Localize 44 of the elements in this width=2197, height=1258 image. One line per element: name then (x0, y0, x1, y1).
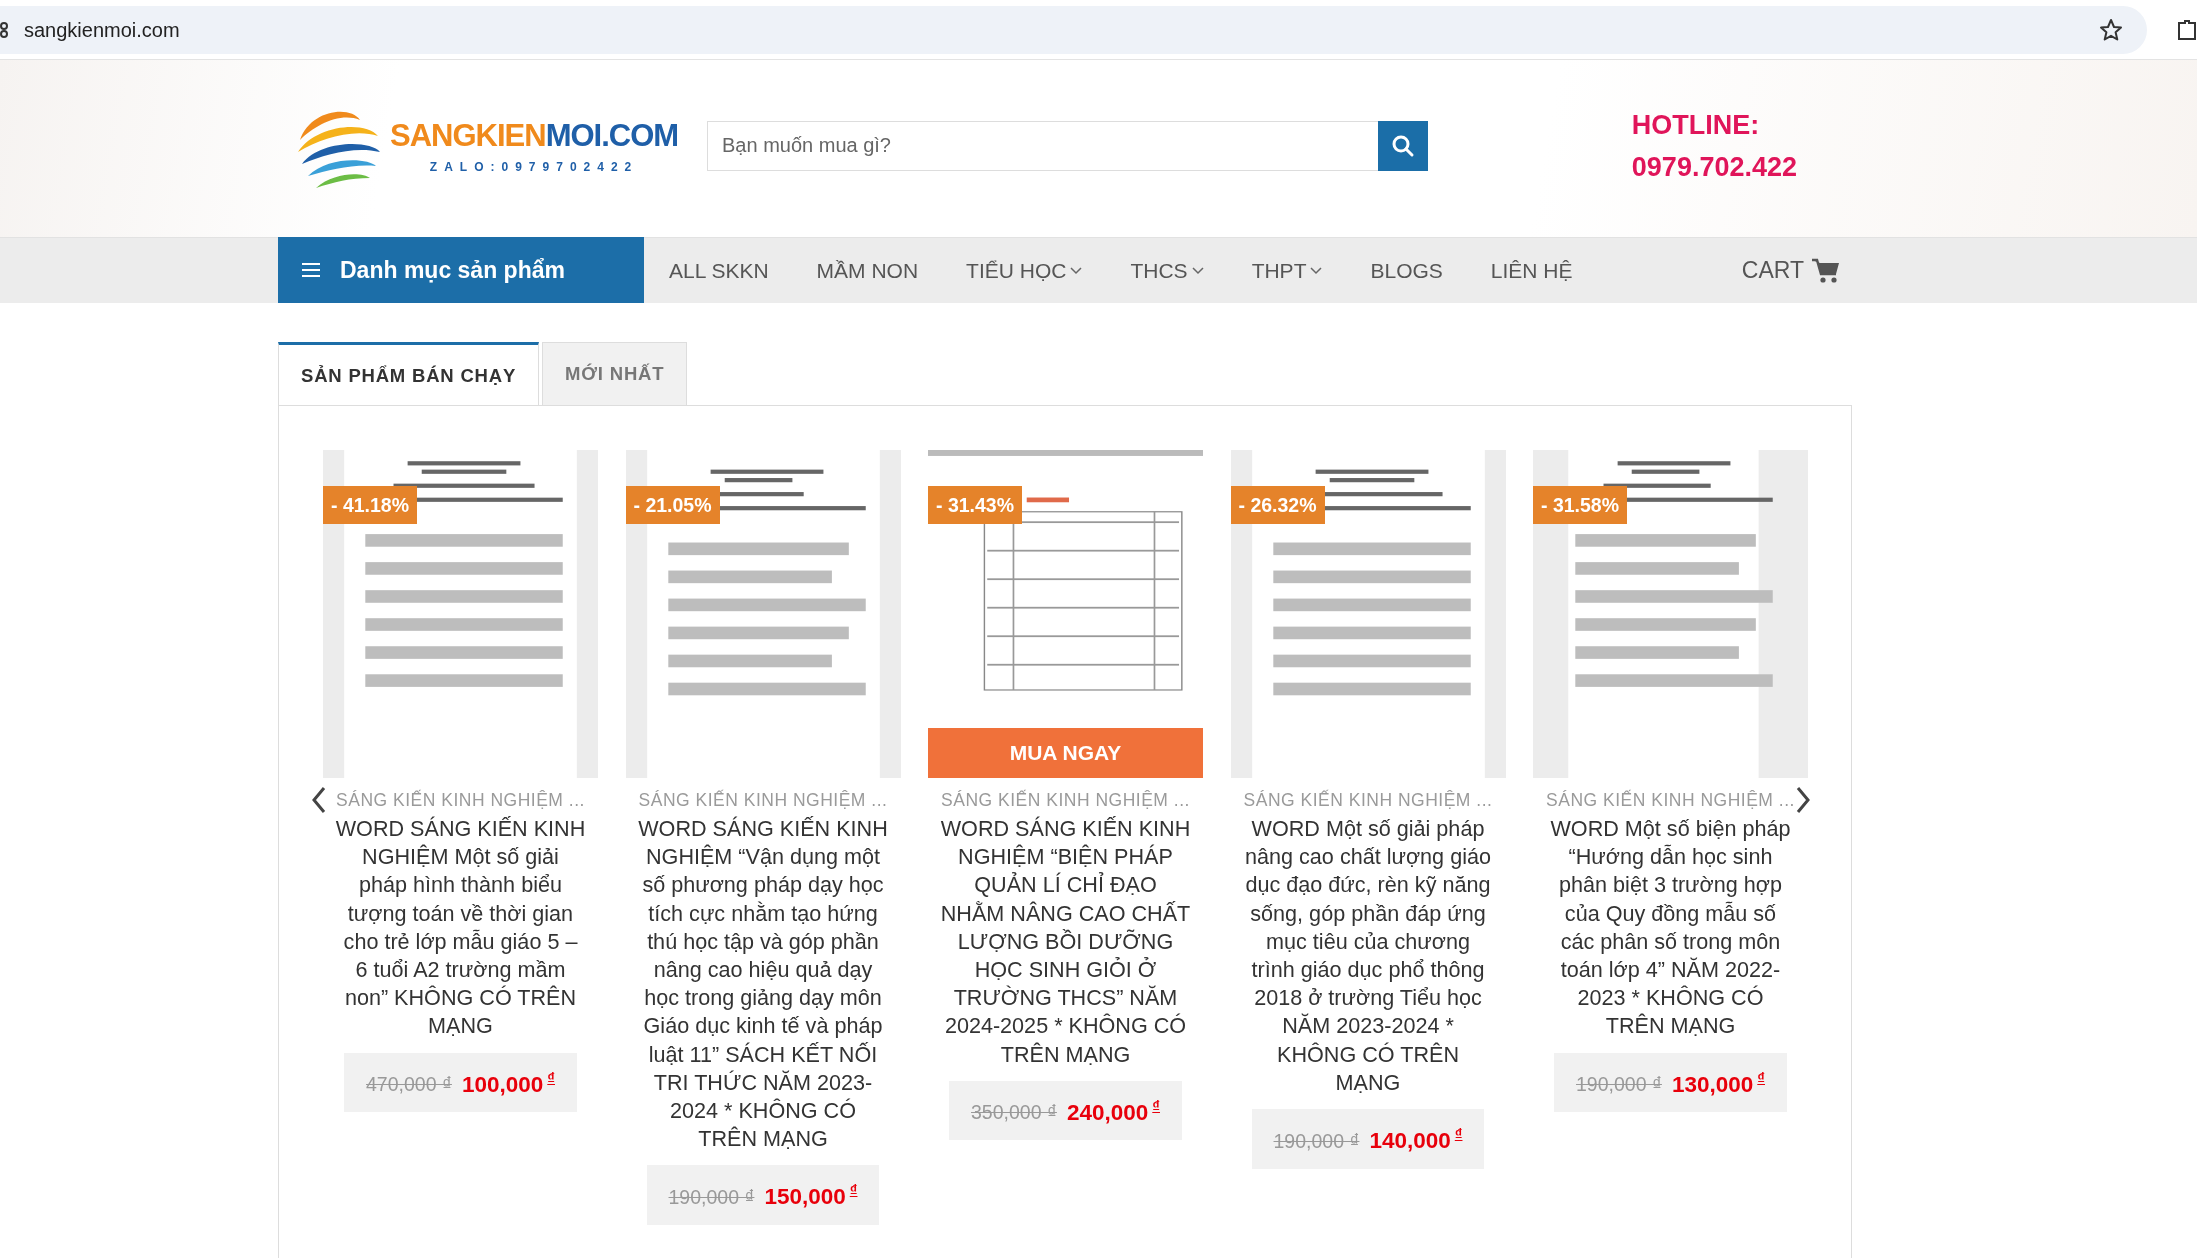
product-title[interactable]: WORD SÁNG KIẾN KINH NGHIỆM “Vận dụng một số phương pháp dạy học tích cực nhằm tạo hứng thú học tập và góp phần nâng cao hiệu quả dạy học trong giảng dạy môn Giáo dục kinh tế và pháp luật 11” SÁCH KẾT NỐI TRI THỨC NĂM 2023-2024 * KHÔNG CÓ TRÊN MẠNG (638, 815, 888, 1154)
cart-icon (1812, 257, 1840, 284)
nav-link[interactable]: ALL SKKN (646, 258, 794, 283)
nav-link[interactable]: THPT (1228, 258, 1348, 283)
search-icon (1391, 133, 1415, 158)
tab[interactable]: SẢN PHẨM BÁN CHẠY (278, 342, 540, 406)
sale-price: 130,000 $^{₫}$ (1671, 1068, 1765, 1098)
nav-link[interactable]: TIỂU HỌC (943, 258, 1108, 283)
old-price: 470,000 ₫ (366, 1073, 452, 1097)
nav-link[interactable]: BLOGS (1347, 258, 1468, 283)
logo-tagline: ZALO:0979702422 (429, 159, 639, 174)
nav-link[interactable]: MẦM NON (793, 258, 944, 283)
discount-badge: - 21.05% (625, 486, 720, 524)
hotline-label: HOTLINE: (1631, 108, 1761, 142)
old-price: 190,000 ₫ (668, 1185, 755, 1209)
sale-price: 140,000 $^{₫}$ (1369, 1125, 1463, 1154)
product-title[interactable]: WORD SÁNG KIẾN KINH NGHIỆM Một số giải pháp hình thành biểu tượng toán về thời gian cho trẻ lớp mẫu giáo 5 – 6 tuổi A2 trường mầm non” KHÔNG CÓ TRÊN MẠNG (335, 815, 586, 1041)
old-price: 190,000 ₫ (1576, 1073, 1662, 1097)
menu-icon (302, 263, 320, 277)
logo-text[interactable]: SANGKIENMOI.COM (390, 117, 679, 154)
cart-link[interactable]: CART (1741, 257, 1840, 284)
url-text: sangkienmoi.com (24, 18, 180, 42)
sale-price: 100,000 $^{₫}$ (461, 1068, 555, 1098)
discount-badge: - 26.32% (1230, 486, 1325, 524)
discount-badge: - 31.58% (1533, 486, 1628, 524)
product-title[interactable]: WORD Một số giải pháp nâng cao chất lượng giáo dục đạo đức, rèn kỹ năng sống, góp phần đáp ứng mục tiêu của chương trình giáo dục phổ thông 2018 ở trường Tiểu học NĂM 2023-2024 * KHÔNG CÓ TRÊN MẠNG (1243, 815, 1493, 1098)
hotline-number[interactable]: 0979.702.422 (1631, 145, 1797, 188)
tab[interactable]: MỚI NHẤT (542, 342, 688, 405)
old-price: 350,000 ₫ (971, 1101, 1057, 1125)
bookmark-star-icon[interactable] (2099, 18, 2123, 42)
search-field[interactable]: Bạn muốn mua gì? (707, 120, 1378, 171)
product-title[interactable]: WORD Một số biện pháp “Hướng dẫn học sinh phân biệt 3 trường hợp của Quy đồng mẫu số các phân số trong môn toán lớp 4” NĂM 2022-2023 * KHÔNG CÓ TRÊN MẠNG (1545, 815, 1796, 1041)
extensions-icon[interactable] (2177, 19, 2197, 41)
sale-price: 150,000 $^{₫}$ (764, 1181, 858, 1210)
category-menu-button[interactable]: Danh mục sản phẩm (278, 237, 644, 303)
discount-badge: - 31.43% (928, 486, 1023, 524)
nav-link[interactable]: THCS (1107, 258, 1229, 283)
sale-price: 240,000 $^{₫}$ (1066, 1096, 1160, 1126)
product-title[interactable]: WORD SÁNG KIẾN KINH NGHIỆM “BIỆN PHÁP QUẢN LÍ CHỈ ĐẠO NHẰM NÂNG CAO CHẤT LƯỢNG BỒI DƯỠNG HỌC SINH GIỎI Ở TRƯỜNG THCS” NĂM 2024-2025 * KHÔNG CÓ TRÊN MẠNG (940, 815, 1191, 1069)
address-bar[interactable]: sangkienmoi.com (0, 6, 2147, 54)
nav-link[interactable]: LIÊN HỆ (1467, 258, 1598, 283)
discount-badge: - 41.18% (323, 486, 418, 524)
old-price: 190,000 ₫ (1273, 1129, 1360, 1153)
search-button[interactable] (1378, 120, 1428, 171)
